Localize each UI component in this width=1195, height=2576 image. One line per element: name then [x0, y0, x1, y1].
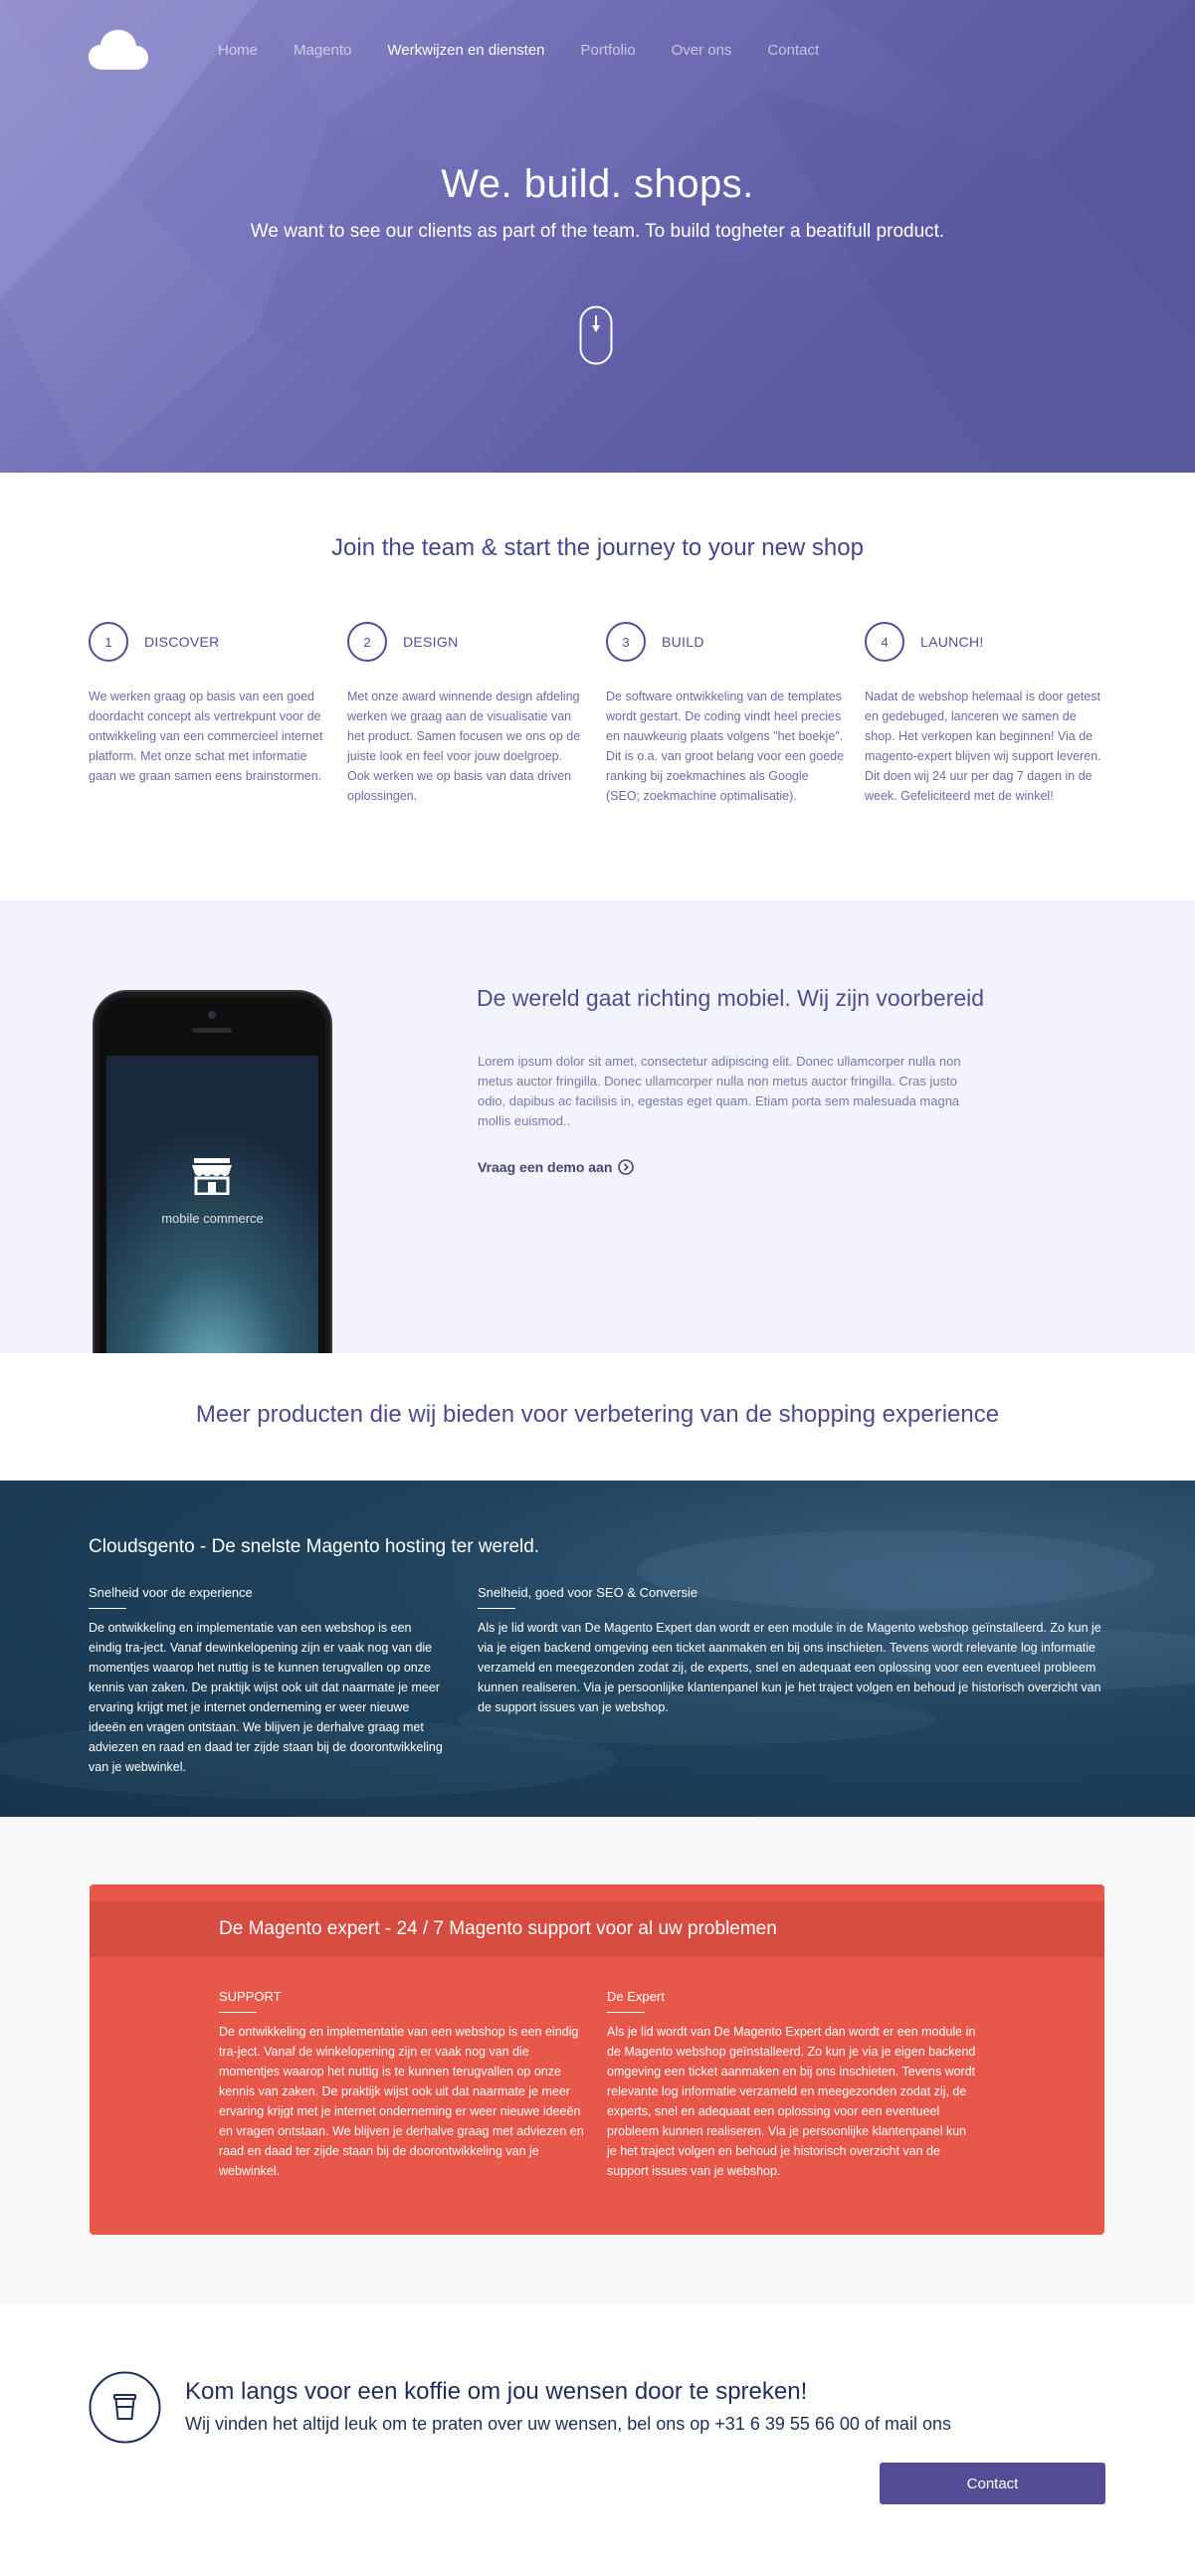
step-number: 1: [89, 622, 128, 662]
heading-underline: [89, 1608, 126, 1609]
nav-portfolio[interactable]: Portfolio: [581, 42, 636, 59]
step-build: 3 BUILD De software ontwikkeling van de …: [606, 622, 845, 806]
column-heading: Snelheid, goed voor SEO & Conversie: [478, 1585, 698, 1600]
nav-werkwijzen[interactable]: Werkwijzen en diensten: [387, 42, 544, 59]
phone-mockup: mobile commerce: [93, 990, 332, 1353]
column-text: Als je lid wordt van De Magento Expert d…: [607, 2025, 976, 2178]
more-products-section: Meer producten die wij bieden voor verbe…: [0, 1353, 1195, 1481]
step-name: DESIGN: [403, 634, 459, 650]
hosting-title: Cloudsgento - De snelste Magento hosting…: [89, 1536, 540, 1557]
storefront-icon: [192, 1158, 232, 1195]
step-name: BUILD: [662, 634, 704, 650]
hosting-section: Cloudsgento - De snelste Magento hosting…: [0, 1481, 1195, 1817]
circle-chevron-right-icon: [618, 1159, 635, 1175]
nav-magento[interactable]: Magento: [294, 42, 351, 59]
coffee-section: Kom langs voor een koffie om jou wensen …: [0, 2304, 1195, 2563]
nav-items: Home Magento Werkwijzen en diensten Port…: [218, 42, 855, 59]
step-number: 3: [606, 622, 646, 662]
coffee-cup-icon: [89, 2371, 161, 2444]
step-name: DISCOVER: [144, 634, 220, 650]
more-products-title: Meer producten die wij bieden voor verbe…: [195, 1401, 1000, 1428]
step-design: 2 DESIGN Met onze award winnende design …: [347, 622, 586, 806]
mobile-text: Lorem ipsum dolor sit amet, consectetur …: [478, 1054, 961, 1128]
heading-underline: [478, 1608, 515, 1609]
column-text: De ontwikkeling en implementatie van een…: [219, 2025, 584, 2178]
journey-section: Join the team & start the journey to you…: [0, 473, 1195, 900]
column-heading: De Expert: [607, 1989, 665, 2004]
column-heading: Snelheid voor de experience: [89, 1585, 253, 1600]
support-section: De Magento expert - 24 / 7 Magento suppo…: [0, 1817, 1195, 2304]
nav-home[interactable]: Home: [218, 42, 258, 59]
step-text: De software ontwikkeling van de template…: [606, 690, 845, 803]
step-discover: 1 DISCOVER We werken graag op basis van …: [89, 622, 327, 786]
mobile-title: De wereld gaat richting mobiel. Wij zijn…: [477, 985, 985, 1011]
hero-subtitle: We want to see our clients as part of th…: [250, 221, 945, 242]
hero-section: Home Magento Werkwijzen en diensten Port…: [0, 0, 1195, 473]
demo-link[interactable]: Vraag een demo aan: [478, 1159, 635, 1175]
mobile-section: mobile commerce De wereld gaat richting …: [0, 900, 1195, 1353]
mouse-scroll-icon[interactable]: [579, 305, 613, 365]
support-column-support: SUPPORT De ontwikkeling en implementatie…: [219, 1989, 587, 2181]
heading-underline: [219, 2012, 257, 2013]
step-text: Met onze award winnende design afdeling …: [347, 690, 581, 803]
step-launch: 4 LAUNCH! Nadat de webshop helemaal is d…: [865, 622, 1103, 806]
phone-caption: mobile commerce: [161, 1211, 264, 1226]
step-number: 4: [865, 622, 904, 662]
heading-underline: [607, 2012, 645, 2013]
support-card: De Magento expert - 24 / 7 Magento suppo…: [90, 1884, 1104, 2235]
nav-contact[interactable]: Contact: [767, 42, 819, 59]
support-column-expert: De Expert Als je lid wordt van De Magent…: [607, 1989, 977, 2181]
column-text: De ontwikkeling en implementatie van een…: [89, 1621, 443, 1774]
hero-title: We. build. shops.: [441, 162, 754, 206]
nav-over-ons[interactable]: Over ons: [672, 42, 732, 59]
journey-title: Join the team & start the journey to you…: [331, 534, 864, 561]
step-text: Nadat de webshop helemaal is door getest…: [865, 690, 1101, 803]
support-title: De Magento expert - 24 / 7 Magento suppo…: [219, 1918, 777, 1939]
contact-button[interactable]: Contact: [880, 2463, 1105, 2504]
cloud-icon[interactable]: [89, 28, 148, 72]
demo-link-label: Vraag een demo aan: [478, 1159, 613, 1175]
hosting-column-seo: Snelheid, goed voor SEO & Conversie Als …: [478, 1585, 1106, 1717]
coffee-subtitle: Wij vinden het altijd leuk om te praten …: [185, 2414, 951, 2434]
coffee-title: Kom langs voor een koffie om jou wensen …: [185, 2378, 808, 2405]
main-nav: Home Magento Werkwijzen en diensten Port…: [0, 0, 1195, 103]
hosting-column-speed: Snelheid voor de experience De ontwikkel…: [89, 1585, 447, 1777]
column-text: Als je lid wordt van De Magento Expert d…: [478, 1621, 1101, 1714]
column-heading: SUPPORT: [219, 1989, 282, 2004]
step-name: LAUNCH!: [920, 634, 984, 650]
step-number: 2: [347, 622, 387, 662]
step-text: We werken graag op basis van een goed do…: [89, 690, 323, 783]
